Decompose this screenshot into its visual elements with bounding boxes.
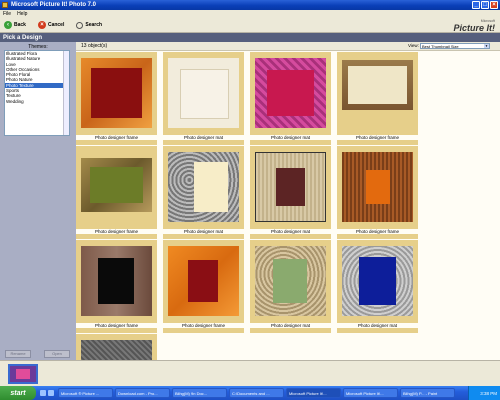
search-icon bbox=[76, 21, 84, 29]
thumbnail-caption: Photo designer frame bbox=[76, 135, 157, 140]
brand-big: Picture It! bbox=[453, 23, 495, 33]
frame-preview bbox=[342, 60, 413, 110]
cancel-icon: × bbox=[37, 21, 46, 29]
page-title: Pick a Design bbox=[0, 33, 500, 42]
design-thumbnail[interactable]: Photo designer mat bbox=[250, 52, 331, 145]
taskbar-item[interactable]: Bilhg(M) P... - Paint bbox=[400, 388, 455, 398]
thumbnail-caption: Photo designer frame bbox=[337, 135, 418, 140]
view-label: View: bbox=[408, 43, 419, 48]
app-icon bbox=[2, 2, 8, 8]
design-thumbnail[interactable]: Photo designer frame bbox=[163, 240, 244, 333]
rename-button[interactable]: Rename bbox=[5, 350, 31, 358]
gallery-toolbar: 13 object(s) View: Best Thumbnail Size ▼ bbox=[76, 42, 500, 51]
design-thumbnail[interactable]: Photo designer frame bbox=[76, 146, 157, 239]
taskbar-item[interactable]: C:\Documents and ... bbox=[229, 388, 284, 398]
frame-preview bbox=[255, 246, 326, 316]
back-arrow-icon: ‹ bbox=[4, 21, 12, 29]
project-thumbnail[interactable] bbox=[8, 364, 38, 384]
design-thumbnail[interactable]: Photo designer frame bbox=[337, 146, 418, 239]
taskbar-item[interactable]: Download.com - Pro... bbox=[115, 388, 170, 398]
search-label: Search bbox=[85, 22, 103, 28]
quick-launch bbox=[40, 390, 54, 396]
themes-scrollbar[interactable] bbox=[63, 51, 69, 135]
thumbnail-caption: Photo designer mat bbox=[250, 323, 331, 328]
title-bar: Microsoft Picture It! Photo 7.0 _ □ × bbox=[0, 0, 500, 10]
taskbar-item[interactable]: Bilhg(M) 9n Doc... bbox=[172, 388, 227, 398]
brand-logo: Microsoft Picture It! bbox=[453, 19, 495, 33]
menu-help[interactable]: Help bbox=[14, 11, 30, 17]
minimize-button[interactable]: _ bbox=[472, 1, 480, 9]
design-gallery: 13 object(s) View: Best Thumbnail Size ▼… bbox=[76, 42, 500, 360]
frame-preview bbox=[342, 152, 413, 222]
thumbnail-caption: Photo designer mat bbox=[163, 229, 244, 234]
design-thumbnail[interactable]: Photo designer mat bbox=[337, 240, 418, 333]
design-thumbnail[interactable]: Photo designer frame bbox=[76, 52, 157, 145]
cancel-label: Cancel bbox=[47, 22, 65, 28]
design-thumbnail[interactable] bbox=[76, 334, 157, 360]
view-value: Best Thumbnail Size bbox=[422, 44, 459, 49]
back-label: Back bbox=[14, 22, 26, 28]
frame-preview bbox=[81, 246, 152, 316]
view-select[interactable]: Best Thumbnail Size ▼ bbox=[420, 43, 490, 49]
taskbar-item[interactable]: Microsoft ® Picture ... bbox=[58, 388, 113, 398]
toolbar: ‹ Back × Cancel Search Microsoft Picture… bbox=[0, 18, 500, 33]
search-button[interactable]: Search bbox=[76, 21, 103, 29]
back-button[interactable]: ‹ Back bbox=[4, 21, 26, 29]
design-thumbnail[interactable]: Photo designer mat bbox=[163, 52, 244, 145]
thumbnail-caption: Photo designer mat bbox=[337, 323, 418, 328]
close-button[interactable]: × bbox=[490, 1, 498, 9]
frame-preview bbox=[342, 246, 413, 316]
window-title: Microsoft Picture It! Photo 7.0 bbox=[11, 2, 97, 8]
themes-list[interactable]: Illustrated Flora Illustrated Nature Lov… bbox=[4, 50, 70, 136]
cancel-button[interactable]: × Cancel bbox=[37, 21, 65, 29]
frame-preview bbox=[168, 246, 239, 316]
taskbar-item[interactable]: Microsoft Picture It!... bbox=[343, 388, 398, 398]
taskbar: start Microsoft ® Picture ... Download.c… bbox=[0, 386, 500, 400]
quicklaunch-icon[interactable] bbox=[40, 390, 46, 396]
frame-preview bbox=[81, 58, 152, 128]
thumbnail-caption: Photo designer mat bbox=[163, 135, 244, 140]
frame-preview bbox=[81, 340, 152, 360]
frame-preview bbox=[255, 58, 326, 128]
frame-preview bbox=[168, 152, 239, 222]
menu-bar: File Help bbox=[0, 10, 500, 18]
themes-panel: Themes: Illustrated Flora Illustrated Na… bbox=[0, 42, 76, 360]
frame-preview bbox=[255, 152, 326, 222]
design-thumbnail[interactable]: Photo designer frame bbox=[76, 240, 157, 333]
open-button[interactable]: Open bbox=[44, 350, 70, 358]
frame-preview bbox=[168, 58, 239, 128]
clock[interactable]: 3:38 PM bbox=[480, 391, 497, 396]
object-count: 13 object(s) bbox=[81, 43, 108, 49]
thumbnail-caption: Photo designer frame bbox=[76, 323, 157, 328]
thumbnail-caption: Photo designer frame bbox=[163, 323, 244, 328]
design-thumbnail[interactable]: Photo designer mat bbox=[163, 146, 244, 239]
theme-item[interactable]: Wedding bbox=[5, 99, 69, 104]
design-thumbnail[interactable]: Photo designer frame bbox=[337, 52, 418, 145]
start-button[interactable]: start bbox=[0, 386, 36, 400]
thumbnail-caption: Photo designer frame bbox=[337, 229, 418, 234]
thumbnail-caption: Photo designer mat bbox=[250, 135, 331, 140]
system-tray: 3:38 PM bbox=[468, 386, 500, 400]
menu-file[interactable]: File bbox=[0, 11, 14, 17]
chevron-down-icon: ▼ bbox=[484, 44, 489, 48]
design-thumbnail[interactable]: Photo designer mat bbox=[250, 240, 331, 333]
thumbnail-caption: Photo designer frame bbox=[76, 229, 157, 234]
maximize-button[interactable]: □ bbox=[481, 1, 489, 9]
design-thumbnail[interactable]: Photo designer mat bbox=[250, 146, 331, 239]
quicklaunch-icon[interactable] bbox=[48, 390, 54, 396]
frame-preview bbox=[81, 158, 152, 212]
project-thumbnail-strip bbox=[0, 360, 500, 387]
thumbnail-caption: Photo designer mat bbox=[250, 229, 331, 234]
taskbar-item-active[interactable]: Microsoft Picture It!... bbox=[286, 388, 341, 398]
